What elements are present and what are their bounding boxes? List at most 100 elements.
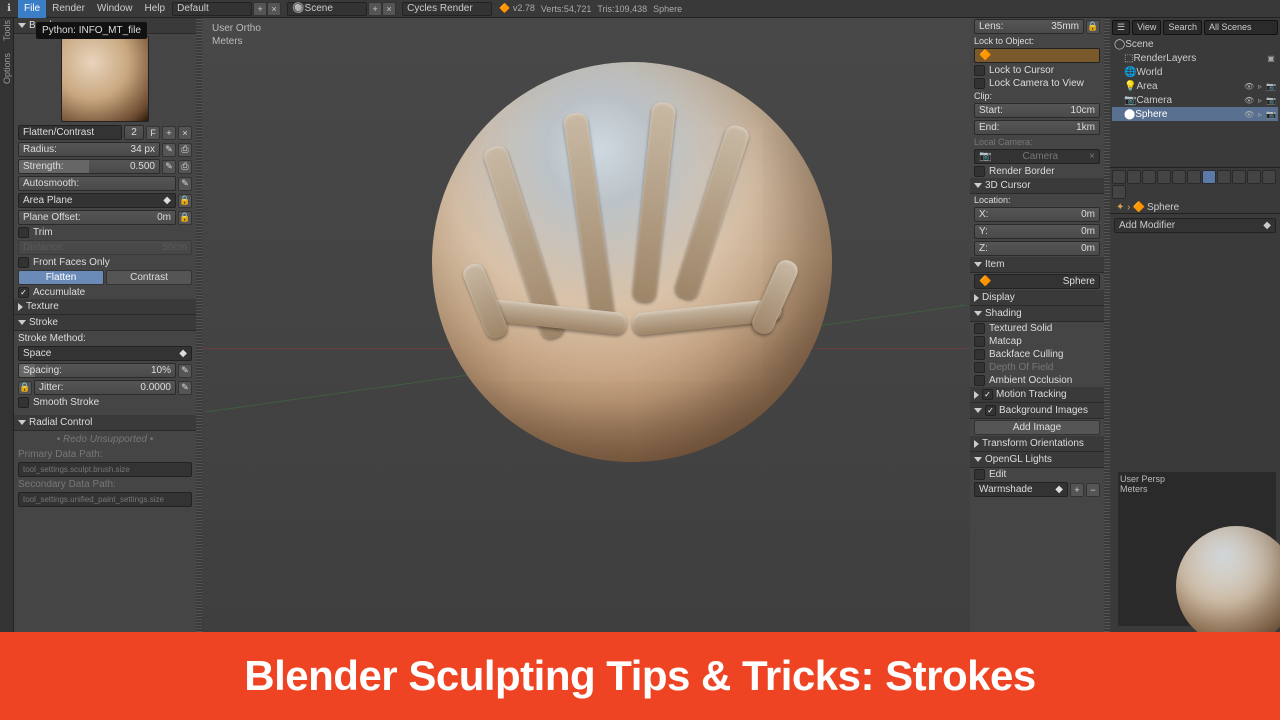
props-tab-data[interactable] bbox=[1217, 170, 1231, 184]
tree-scene[interactable]: ◯ Scene bbox=[1112, 37, 1278, 51]
sculpt-sphere[interactable] bbox=[432, 62, 832, 462]
bg-images-header[interactable]: Background Images bbox=[970, 403, 1104, 419]
backface-checkbox[interactable]: Backface Culling bbox=[970, 348, 1104, 361]
autosmooth-field[interactable]: Autosmooth: bbox=[18, 176, 176, 191]
scene-del-icon[interactable]: × bbox=[382, 2, 396, 16]
menu-help[interactable]: Help bbox=[139, 0, 172, 18]
props-tab-physics[interactable] bbox=[1112, 185, 1126, 199]
ao-checkbox[interactable]: Ambient Occlusion bbox=[970, 374, 1104, 387]
jitter-pressure-icon[interactable]: ✎ bbox=[178, 381, 192, 395]
tree-area[interactable]: 💡 Area👁▹📷 bbox=[1112, 79, 1278, 93]
outliner-view-menu[interactable]: View bbox=[1132, 20, 1161, 35]
front-faces-checkbox[interactable]: Front Faces Only bbox=[14, 256, 196, 269]
opengl-lights-header[interactable]: OpenGL Lights bbox=[970, 452, 1104, 468]
info-icon[interactable]: ℹ bbox=[0, 0, 18, 18]
contrast-button[interactable]: Contrast bbox=[106, 270, 192, 285]
cursor-x-field[interactable]: X:0m bbox=[974, 207, 1100, 222]
plane-lock-icon[interactable]: 🔒 bbox=[178, 194, 192, 208]
tree-renderlayers[interactable]: ⬚ RenderLayers▣ bbox=[1112, 51, 1278, 65]
props-tab-scene[interactable] bbox=[1142, 170, 1156, 184]
clip-end-field[interactable]: End:1km bbox=[974, 120, 1100, 135]
plane-offset-lock-icon[interactable]: 🔒 bbox=[178, 211, 192, 225]
trim-checkbox[interactable]: Trim bbox=[14, 226, 196, 239]
props-tab-texture[interactable] bbox=[1247, 170, 1261, 184]
smooth-stroke-checkbox[interactable]: Smooth Stroke bbox=[14, 396, 196, 409]
motion-tracking-header[interactable]: Motion Tracking bbox=[970, 387, 1104, 403]
radius-field[interactable]: Radius:34 px bbox=[18, 142, 160, 157]
brush-name-field[interactable]: Flatten/Contrast bbox=[18, 125, 122, 140]
jitter-lock-icon[interactable]: 🔒 bbox=[18, 381, 32, 395]
outliner-scope[interactable]: All Scenes bbox=[1204, 20, 1278, 35]
secondary-path-field[interactable]: tool_settings.unified_paint_settings.siz… bbox=[18, 492, 192, 507]
transform-orientations-header[interactable]: Transform Orientations bbox=[970, 436, 1104, 452]
texture-header[interactable]: Texture bbox=[14, 299, 196, 315]
radial-control-header[interactable]: Radial Control bbox=[14, 415, 196, 431]
strength-field[interactable]: Strength:0.500 bbox=[18, 159, 160, 174]
item-name-field[interactable]: 🔶 Sphere bbox=[974, 274, 1100, 289]
props-tab-world[interactable] bbox=[1157, 170, 1171, 184]
display-header[interactable]: Display bbox=[970, 290, 1104, 306]
props-tab-modifier[interactable] bbox=[1202, 170, 1216, 184]
lock-cursor-checkbox[interactable]: Lock to Cursor bbox=[970, 64, 1104, 77]
scene-selector[interactable]: 🔘Scene bbox=[287, 2, 367, 16]
tree-camera[interactable]: 📷 Camera👁▹📷 bbox=[1112, 93, 1278, 107]
add-modifier-button[interactable]: Add Modifier◆ bbox=[1114, 218, 1276, 233]
strength-pressure-icon[interactable]: ✎ bbox=[162, 160, 176, 174]
stroke-header[interactable]: Stroke bbox=[14, 315, 196, 331]
props-tab-material[interactable] bbox=[1232, 170, 1246, 184]
add-image-button[interactable]: Add Image bbox=[974, 420, 1100, 435]
clip-start-field[interactable]: Start:10cm bbox=[974, 103, 1100, 118]
tree-sphere[interactable]: ⬤ Sphere👁▹📷 bbox=[1112, 107, 1278, 121]
matcap-checkbox[interactable]: Matcap bbox=[970, 335, 1104, 348]
outliner-search-menu[interactable]: Search bbox=[1163, 20, 1202, 35]
radius-pressure-icon[interactable]: ✎ bbox=[162, 143, 176, 157]
camera-field[interactable]: 📷 Camera× bbox=[974, 149, 1100, 164]
cursor-z-field[interactable]: Z:0m bbox=[974, 241, 1100, 256]
layout-selector[interactable]: Default bbox=[172, 2, 252, 16]
outliner-type-icon[interactable]: ☰ bbox=[1112, 20, 1130, 35]
secondary-viewport[interactable]: User Persp Meters bbox=[1118, 472, 1276, 626]
props-tab-object[interactable] bbox=[1172, 170, 1186, 184]
edit-checkbox[interactable]: Edit bbox=[970, 468, 1104, 481]
brush-users[interactable]: 2 bbox=[124, 125, 144, 140]
props-tab-particles[interactable] bbox=[1262, 170, 1276, 184]
render-border-checkbox[interactable]: Render Border bbox=[970, 165, 1104, 178]
3d-viewport[interactable]: User Ortho Meters bbox=[202, 18, 970, 632]
menu-render[interactable]: Render bbox=[46, 0, 91, 18]
flatten-button[interactable]: Flatten bbox=[18, 270, 104, 285]
stroke-method-select[interactable]: Space◆ bbox=[18, 346, 192, 361]
render-engine-selector[interactable]: Cycles Render bbox=[402, 2, 492, 16]
jitter-field[interactable]: Jitter:0.0000 bbox=[34, 380, 176, 395]
textured-solid-checkbox[interactable]: Textured Solid bbox=[970, 322, 1104, 335]
brush-del-icon[interactable]: × bbox=[178, 126, 192, 140]
sculpt-plane-select[interactable]: Area Plane◆ bbox=[18, 193, 176, 208]
autosmooth-pressure-icon[interactable]: ✎ bbox=[178, 177, 192, 191]
tree-world[interactable]: 🌐 World bbox=[1112, 65, 1278, 79]
scene-add-icon[interactable]: + bbox=[368, 2, 382, 16]
cursor-y-field[interactable]: Y:0m bbox=[974, 224, 1100, 239]
lens-field[interactable]: Lens:35mm bbox=[974, 19, 1084, 34]
props-tab-constraint[interactable] bbox=[1187, 170, 1201, 184]
layout-del-icon[interactable]: × bbox=[267, 2, 281, 16]
spacing-pressure-icon[interactable]: ✎ bbox=[178, 364, 192, 378]
brush-preview[interactable] bbox=[61, 36, 149, 122]
menu-window[interactable]: Window bbox=[91, 0, 139, 18]
spacing-field[interactable]: Spacing:10% bbox=[18, 363, 176, 378]
warmshade-select[interactable]: Warmshade◆ bbox=[974, 482, 1068, 497]
props-tab-layers[interactable] bbox=[1127, 170, 1141, 184]
plane-offset-field[interactable]: Plane Offset:0m bbox=[18, 210, 176, 225]
primary-path-field[interactable]: tool_settings.sculpt.brush.size bbox=[18, 462, 192, 477]
warmshade-del-icon[interactable]: − bbox=[1086, 483, 1100, 497]
strength-lock-icon[interactable]: ⎙ bbox=[178, 160, 192, 174]
warmshade-add-icon[interactable]: + bbox=[1070, 483, 1084, 497]
tab-options[interactable]: Options bbox=[2, 53, 12, 84]
layout-add-icon[interactable]: + bbox=[253, 2, 267, 16]
menu-file[interactable]: File bbox=[18, 0, 46, 18]
tab-tools[interactable]: Tools bbox=[2, 20, 12, 41]
shading-header[interactable]: Shading bbox=[970, 306, 1104, 322]
radius-unit-icon[interactable]: ⎙ bbox=[178, 143, 192, 157]
props-tab-render[interactable] bbox=[1112, 170, 1126, 184]
lock-camera-checkbox[interactable]: Lock Camera to View bbox=[970, 77, 1104, 90]
lens-lock-icon[interactable]: 🔒 bbox=[1086, 20, 1100, 34]
brush-add-icon[interactable]: + bbox=[162, 126, 176, 140]
